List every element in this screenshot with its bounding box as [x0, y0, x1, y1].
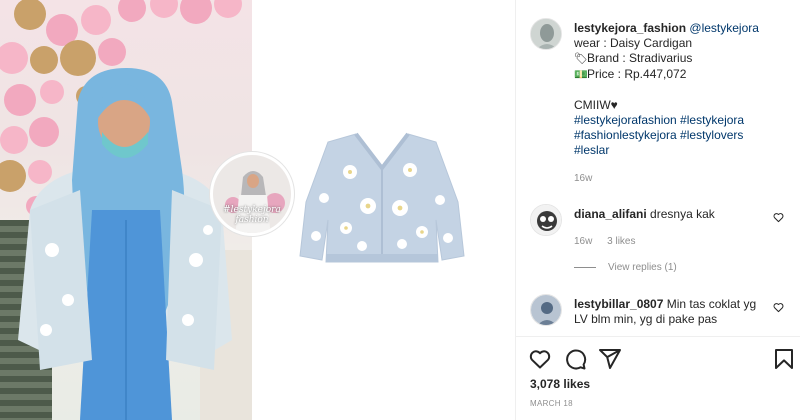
heart-outline-icon[interactable] [773, 302, 784, 313]
post-date[interactable]: MARCH 18 [530, 399, 573, 408]
caption-line-price: 💵Price : Rp.447,072 [574, 67, 792, 83]
author-username[interactable]: lestykejora_fashion [574, 21, 686, 35]
hashtag-link[interactable]: #lestykejorafashion #lestykejora [574, 113, 792, 128]
commenter-username[interactable]: diana_alifani [574, 207, 647, 221]
inset-watermark-line: #lestykejora [223, 205, 281, 215]
caption-line-brand: 🏷Brand : Stradivarius [574, 51, 792, 67]
comment-content: diana_alifani dresnya kak 16w 3 likes [574, 207, 770, 249]
price-tag-icon: 💵 [574, 69, 588, 81]
comment-timestamp[interactable]: 16w [574, 236, 592, 247]
caption-price-text: Price : Rp.447,072 [587, 67, 687, 81]
bookmark-icon[interactable] [772, 347, 796, 371]
author-avatar-image [531, 19, 561, 49]
black-heart-icon: ♥ [610, 98, 618, 112]
commenter-avatar[interactable] [530, 294, 562, 326]
author-avatar[interactable] [530, 18, 562, 50]
comment-content: lestybillar_0807 Min tas coklat yg LV bl… [574, 297, 770, 327]
commenter-username[interactable]: lestybillar_0807 [574, 297, 663, 311]
comment-text: dresnya kak [650, 207, 715, 221]
caption-line-wear: wear : Daisy Cardigan [574, 36, 693, 50]
model-image [18, 68, 232, 420]
heart-outline-icon[interactable] [773, 212, 784, 223]
caption-timestamp[interactable]: 16w [574, 173, 592, 184]
comment-meta: 16w 3 likes [574, 234, 770, 249]
comment-likes[interactable]: 3 likes [607, 236, 635, 247]
caption-cmiiw: CMIIW♥ [574, 98, 792, 113]
author-mention[interactable]: @lestykejora [689, 21, 759, 35]
post-photo[interactable]: #lestykejora fashion [0, 0, 516, 420]
caption-text: lestykejora_fashion @lestykejora wear : … [574, 21, 792, 186]
commenter-avatar-image [531, 205, 561, 235]
caption-brand-text: Brand : Stradivarius [587, 51, 693, 65]
hashtag-link[interactable]: #leslar [574, 143, 792, 158]
share-icon[interactable] [598, 347, 622, 371]
cardigan-product-image [299, 132, 465, 263]
replies-divider [574, 266, 596, 268]
view-replies-link[interactable]: View replies (1) [574, 262, 677, 273]
profile-badge-image: #lestykejora fashion [210, 152, 294, 236]
inset-watermark-line: fashion [235, 215, 269, 225]
commenter-avatar[interactable] [530, 204, 562, 236]
inset-watermark: #lestykejora fashion [213, 205, 291, 225]
view-replies-text[interactable]: View replies (1) [608, 262, 677, 273]
heart-outline-icon[interactable] [528, 347, 552, 371]
commenter-avatar-image [531, 295, 561, 325]
post-actions-bar: 3,078 likes MARCH 18 [516, 336, 800, 420]
tag-icon: 🏷 [574, 53, 588, 65]
post-side-panel: lestykejora_fashion @lestykejora wear : … [516, 0, 800, 420]
caption-cmiiw-text: CMIIW [574, 98, 611, 112]
hashtag-link[interactable]: #fashionlestykejora #lestylovers [574, 128, 792, 143]
like-count[interactable]: 3,078 likes [530, 377, 590, 391]
comment-icon[interactable] [563, 347, 587, 371]
